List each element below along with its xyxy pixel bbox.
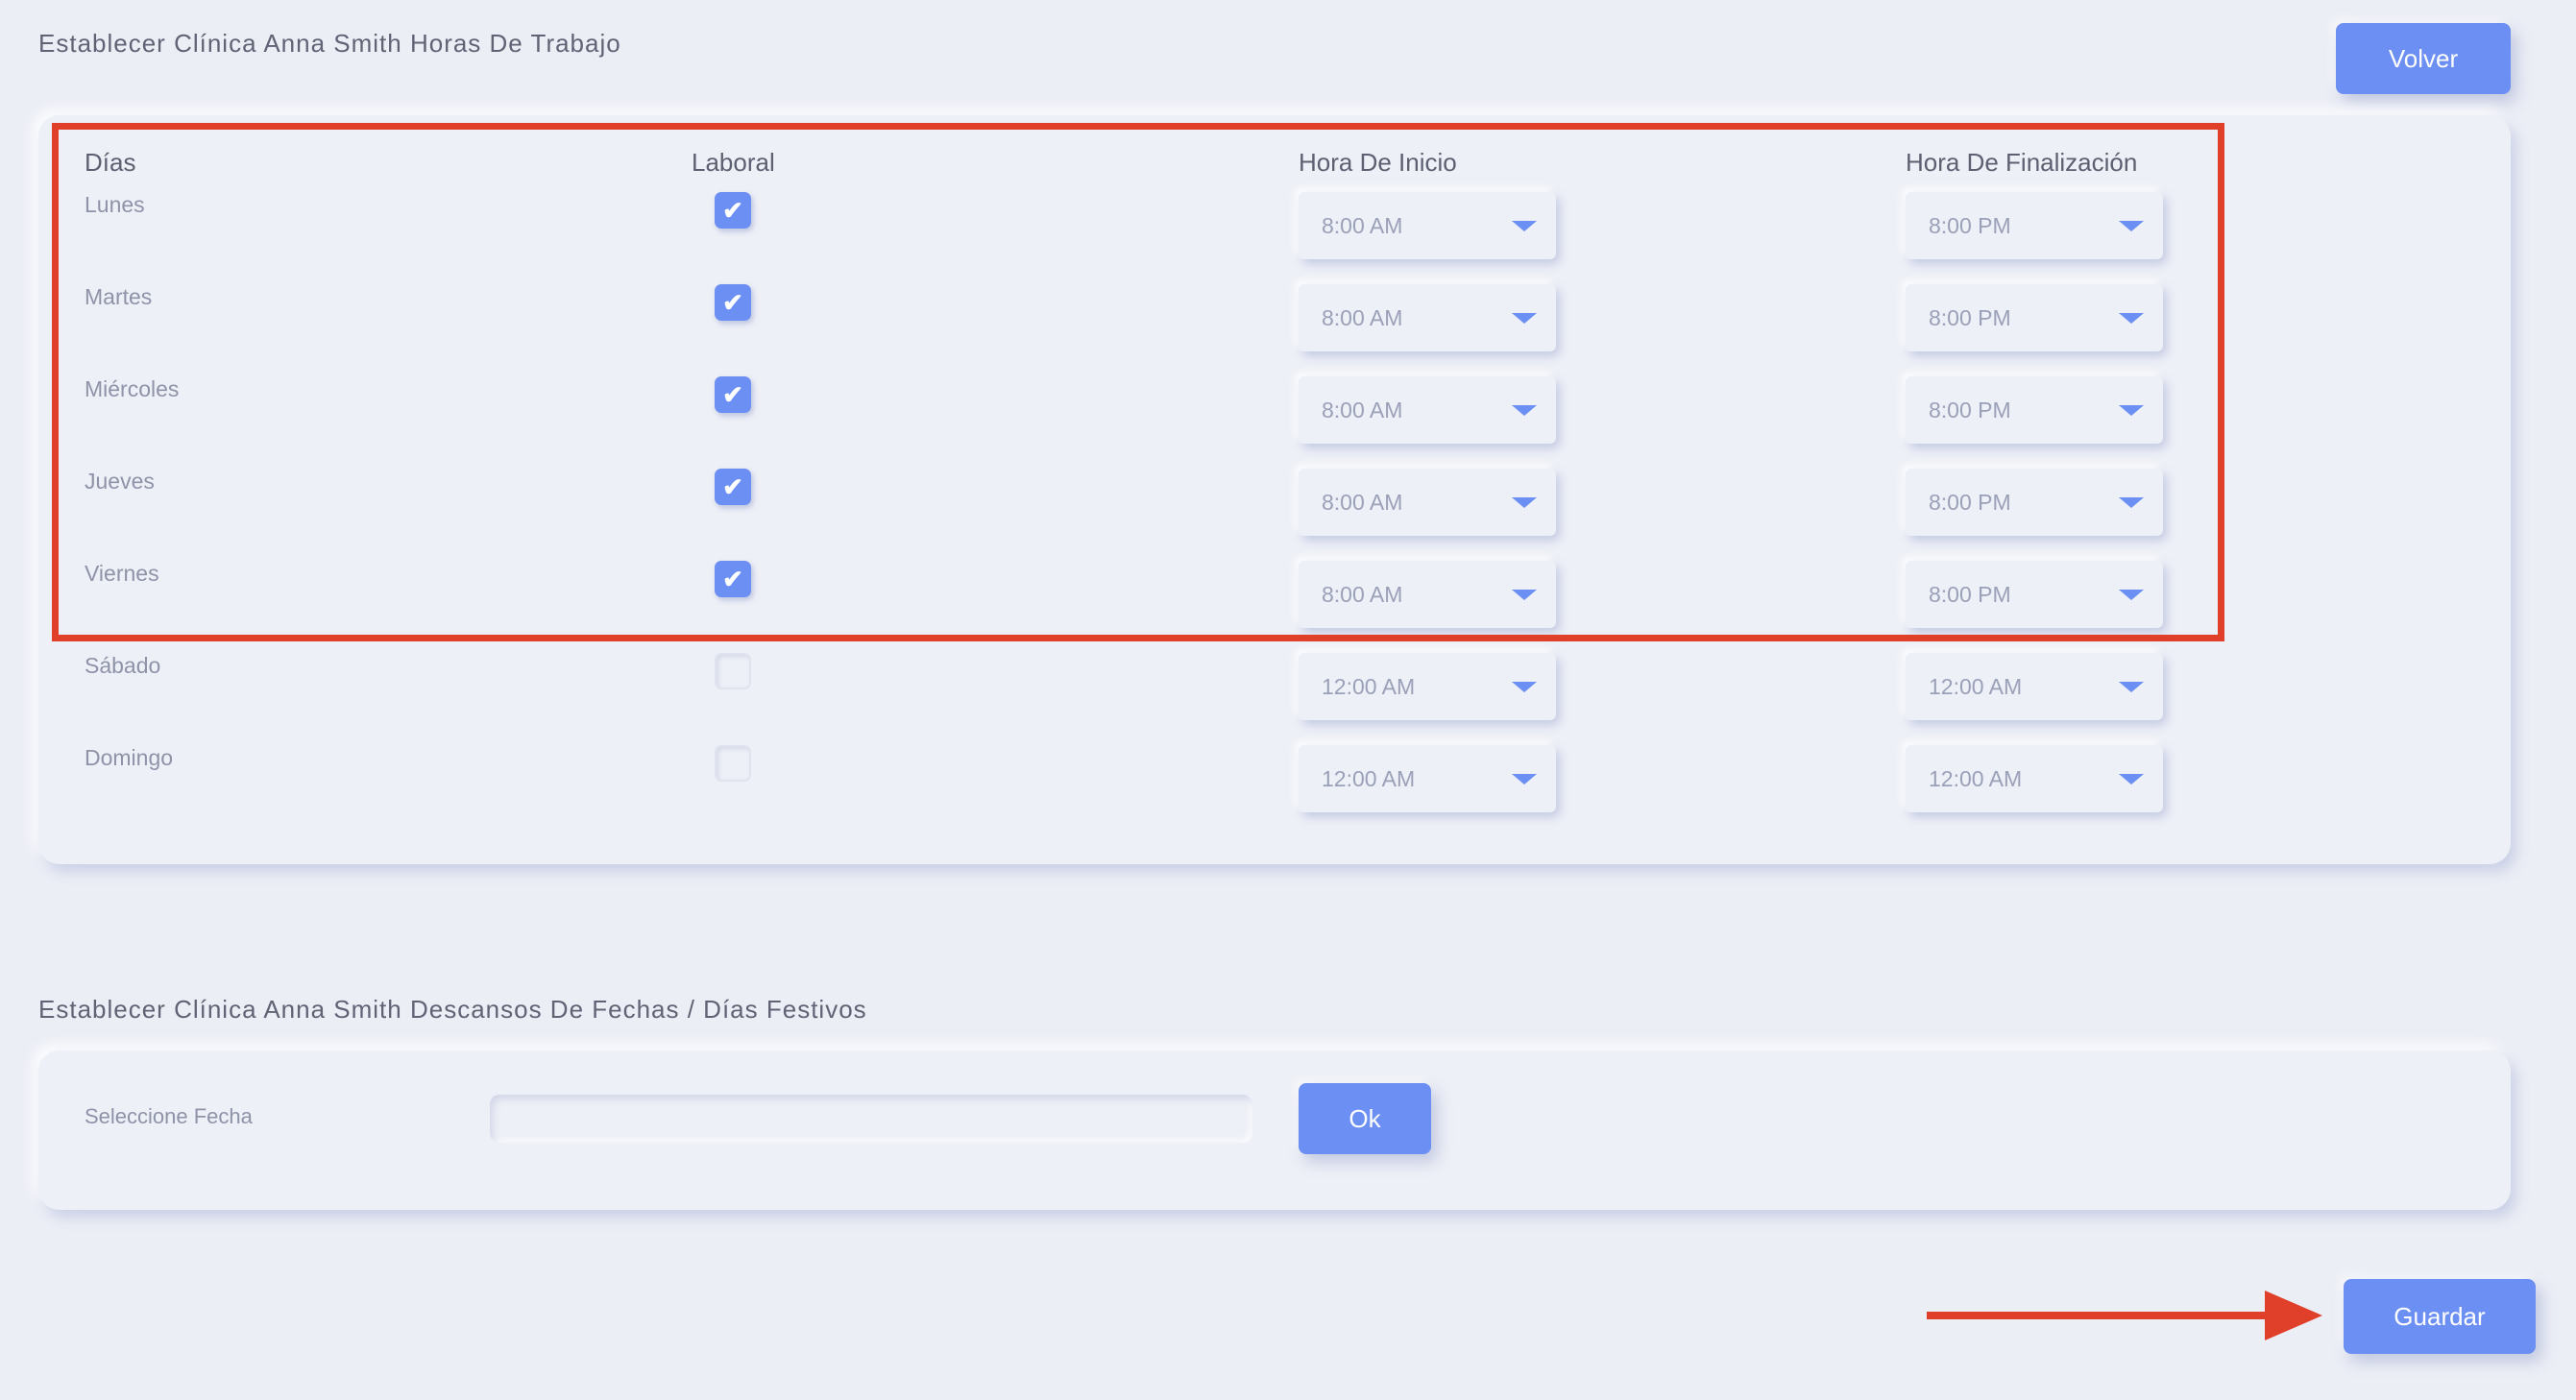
- start-time-select-value: 12:00 AM: [1322, 765, 1416, 791]
- ok-button[interactable]: Ok: [1299, 1083, 1431, 1154]
- working-day-checkbox[interactable]: [715, 745, 751, 782]
- end-time-select-value: 12:00 AM: [1929, 673, 2023, 699]
- end-time-select[interactable]: 12:00 AM: [1906, 653, 2163, 720]
- date-input[interactable]: [490, 1095, 1252, 1143]
- annotation-highlight-box: [52, 123, 2224, 641]
- breaks-panel: [38, 1050, 2511, 1210]
- back-button[interactable]: Volver: [2336, 23, 2511, 94]
- end-time-select[interactable]: 12:00 AM: [1906, 745, 2163, 812]
- start-time-select-value: 12:00 AM: [1322, 673, 1416, 699]
- start-time-select[interactable]: 12:00 AM: [1299, 653, 1556, 720]
- caret-down-icon: [1512, 681, 1537, 692]
- save-button[interactable]: Guardar: [2344, 1279, 2536, 1354]
- caret-down-icon: [2119, 681, 2144, 692]
- start-time-select[interactable]: 12:00 AM: [1299, 745, 1556, 812]
- select-date-label: Seleccione Fecha: [85, 1104, 253, 1128]
- working-day-checkbox[interactable]: [715, 653, 751, 689]
- day-label: Domingo: [85, 745, 174, 770]
- caret-down-icon: [2119, 773, 2144, 784]
- breaks-section-title: Establecer Clínica Anna Smith Descansos …: [38, 995, 867, 1024]
- arrow-right-icon: [1927, 1291, 2322, 1340]
- caret-down-icon: [1512, 773, 1537, 784]
- day-label: Sábado: [85, 653, 161, 678]
- hours-section-title: Establecer Clínica Anna Smith Horas De T…: [38, 29, 621, 58]
- end-time-select-value: 12:00 AM: [1929, 765, 2023, 791]
